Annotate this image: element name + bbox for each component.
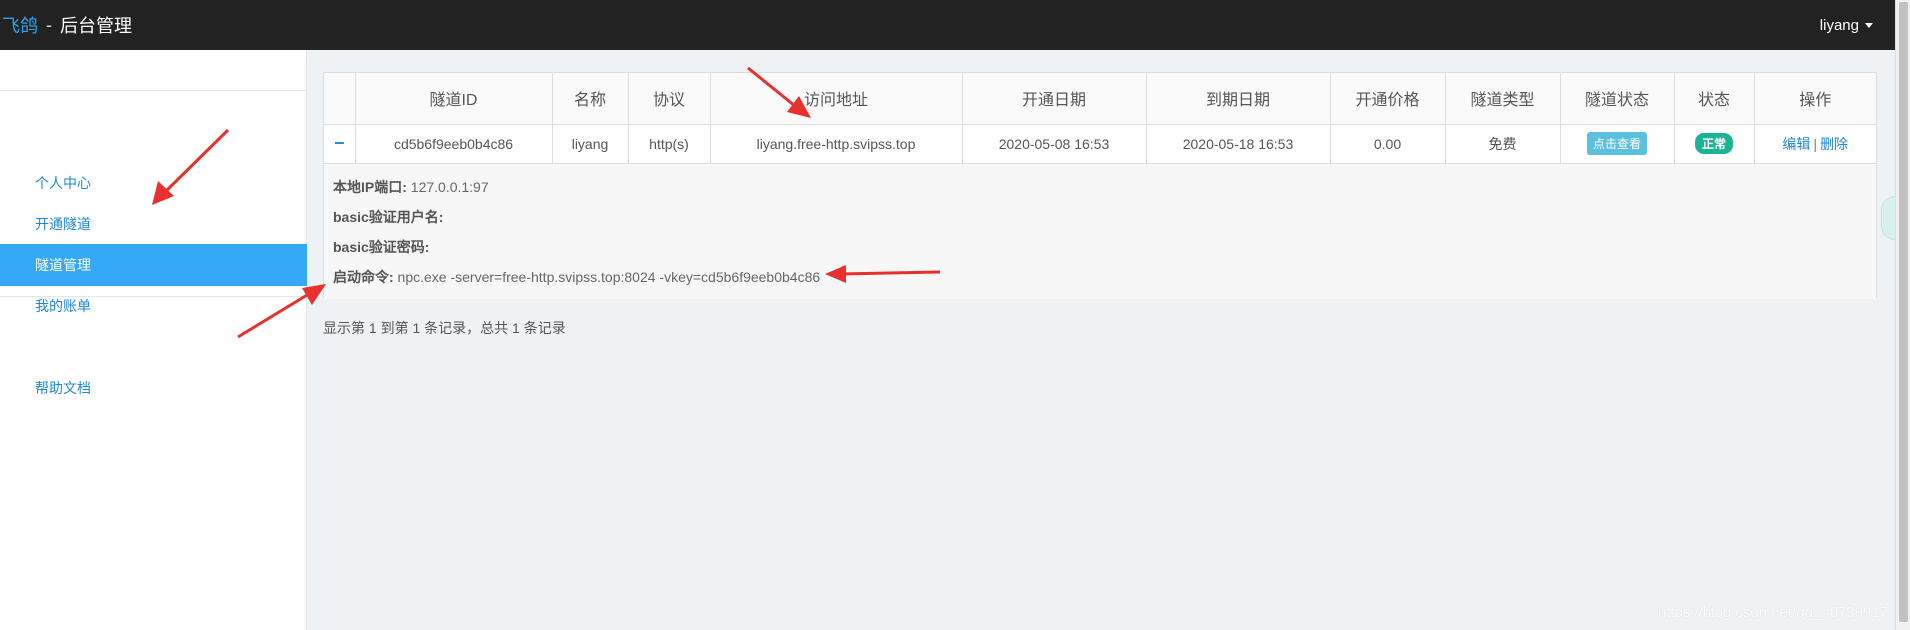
- cell-status: 正常: [1673, 123, 1755, 164]
- detail-start-command-label: 启动命令:: [333, 268, 394, 285]
- view-status-button[interactable]: 点击查看: [1586, 132, 1647, 155]
- column-header-address[interactable]: 访问地址: [709, 73, 963, 125]
- tunnel-table: 隧道ID 名称 协议 访问地址 开通日期 到期日期 开通价格 隧道类型 隧道状态…: [324, 73, 1876, 164]
- detail-basic-user: basic验证用户名:: [333, 202, 1867, 232]
- user-menu[interactable]: liyang: [1820, 17, 1873, 34]
- sidebar-divider: [0, 296, 306, 297]
- column-header-open-date[interactable]: 开通日期: [961, 73, 1147, 125]
- column-header-tunnel-id[interactable]: 隧道ID: [354, 73, 553, 125]
- detail-basic-user-label: basic验证用户名:: [333, 208, 444, 225]
- detail-local-ip-value: 127.0.0.1:97: [406, 178, 489, 195]
- cell-protocol: http(s): [627, 123, 711, 164]
- side-float-tab[interactable]: [1881, 196, 1895, 240]
- detail-local-ip: 本地IP端口: 127.0.0.1:97: [333, 172, 1867, 202]
- delete-link[interactable]: 删除: [1820, 136, 1848, 152]
- cell-address: liyang.free-http.svipss.top: [709, 123, 963, 164]
- cell-price: 0.00: [1329, 123, 1446, 164]
- scrollbar-thumb[interactable]: [1899, 2, 1908, 622]
- column-header-protocol[interactable]: 协议: [627, 73, 711, 125]
- sidebar-item-open-tunnel[interactable]: 开通隧道: [0, 203, 307, 245]
- caret-down-icon[interactable]: [1865, 22, 1873, 28]
- detail-basic-pass-label: basic验证密码:: [333, 238, 430, 255]
- sidebar: 个人中心 开通隧道 隧道管理 我的账单 帮助文档: [0, 50, 307, 630]
- row-detail-panel: 本地IP端口: 127.0.0.1:97 basic验证用户名: basic验证…: [324, 163, 1876, 299]
- brand-title: 后台管理: [60, 16, 132, 36]
- edit-link[interactable]: 编辑: [1782, 136, 1810, 152]
- brand[interactable]: 飞鸽 - 后台管理: [0, 12, 132, 38]
- tunnel-table-panel: 隧道ID 名称 协议 访问地址 开通日期 到期日期 开通价格 隧道类型 隧道状态…: [323, 72, 1877, 299]
- sidebar-divider: [0, 90, 306, 91]
- table-header-row: 隧道ID 名称 协议 访问地址 开通日期 到期日期 开通价格 隧道类型 隧道状态…: [324, 73, 1876, 125]
- page-scrollbar[interactable]: [1895, 0, 1910, 630]
- brand-separator: -: [46, 14, 52, 35]
- cell-name: liyang: [551, 123, 629, 164]
- brand-name[interactable]: 飞鸽: [2, 12, 38, 38]
- username[interactable]: liyang: [1820, 17, 1859, 34]
- sidebar-item-help-docs[interactable]: 帮助文档: [0, 367, 307, 409]
- action-separator: |: [1813, 135, 1818, 152]
- top-navbar: 飞鸽 - 后台管理 liyang: [0, 0, 1895, 50]
- cell-tunnel-status: 点击查看: [1559, 123, 1675, 164]
- cell-expire-date: 2020-05-18 16:53: [1145, 123, 1331, 164]
- column-header-price[interactable]: 开通价格: [1329, 73, 1446, 125]
- sidebar-item-profile[interactable]: 个人中心: [0, 162, 307, 204]
- detail-basic-pass: basic验证密码:: [333, 232, 1867, 262]
- pagination-summary: 显示第 1 到第 1 条记录，总共 1 条记录: [323, 320, 566, 336]
- collapse-minus-icon[interactable]: −: [334, 133, 345, 153]
- status-badge: 正常: [1694, 133, 1733, 154]
- column-header-name[interactable]: 名称: [551, 73, 629, 125]
- detail-local-ip-label: 本地IP端口:: [333, 178, 407, 195]
- table-row: − cd5b6f9eeb0b4c86 liyang http(s) liyang…: [324, 123, 1876, 164]
- watermark-text: https://blog.csdn.net/qq_40739917: [1657, 604, 1888, 621]
- cell-actions: 编辑 | 删除: [1753, 123, 1876, 164]
- column-header-expire-date[interactable]: 到期日期: [1145, 73, 1331, 125]
- column-header-expand: [324, 73, 356, 125]
- detail-start-command-value[interactable]: npc.exe -server=free-http.svipss.top:802…: [394, 269, 821, 285]
- column-header-type[interactable]: 隧道类型: [1444, 73, 1561, 125]
- cell-open-date: 2020-05-08 16:53: [961, 123, 1147, 164]
- column-header-tunnel-status[interactable]: 隧道状态: [1559, 73, 1675, 125]
- sidebar-item-my-bills[interactable]: 我的账单: [0, 285, 307, 327]
- expand-cell[interactable]: −: [324, 123, 356, 164]
- column-header-actions: 操作: [1753, 73, 1876, 125]
- detail-start-command: 启动命令: npc.exe -server=free-http.svipss.t…: [333, 262, 1867, 292]
- column-header-status[interactable]: 状态: [1673, 73, 1755, 125]
- cell-tunnel-id: cd5b6f9eeb0b4c86: [354, 123, 553, 164]
- cell-type: 免费: [1444, 123, 1561, 164]
- sidebar-item-tunnel-management[interactable]: 隧道管理: [0, 244, 307, 286]
